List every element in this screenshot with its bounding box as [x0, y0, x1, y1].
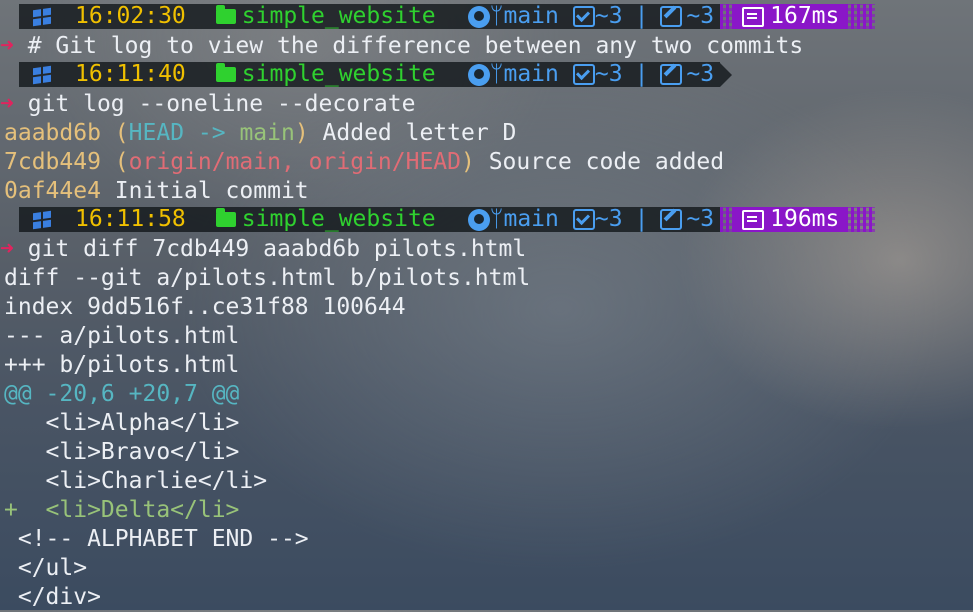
duration-segment: 196ms — [734, 206, 846, 232]
staged-icon — [572, 4, 595, 29]
command-text: # Git log to view the difference between… — [27, 33, 804, 59]
ref-origin-main: origin/main, — [128, 149, 309, 175]
ref-main: main — [239, 120, 295, 146]
github-icon — [467, 207, 490, 232]
prompt-bar-3: 16:11:58 simple_website ᛘmain ~3 | ~3 19… — [19, 206, 876, 232]
command-line-3: ➜ git diff 7cdb449 aaabd6b pilots.html — [0, 235, 526, 264]
modified-icon — [660, 62, 683, 87]
staged-icon — [572, 62, 595, 87]
diff-added-prefix: + — [4, 497, 46, 523]
os-segment: 16:11:58 simple_website ᛘmain ~3 | ~3 — [19, 206, 721, 232]
diff-context-line: <li>Alpha</li> — [4, 410, 240, 436]
duration-segment: 167ms — [734, 3, 846, 29]
os-segment: 16:02:30 simple_website ᛘmain ~3 | ~3 — [19, 3, 721, 29]
prompt-bar-1: 16:02:30 simple_website ᛘmain ~3 | ~3 16… — [19, 3, 876, 29]
modified-count: ~3 — [686, 3, 715, 29]
prompt-bar-2: 16:11:40 simple_website ᛘmain ~3 | ~3 — [19, 61, 733, 87]
staged-count: ~3 — [594, 61, 623, 87]
prompt-time: 16:11:40 — [75, 61, 186, 87]
log-line-2: 7cdb449 (origin/main, origin/HEAD) Sourc… — [4, 148, 724, 177]
staged-count: ~3 — [594, 3, 623, 29]
branch-name: ᛘmain — [489, 206, 559, 232]
repo-name: simple_website — [241, 61, 436, 87]
duration: 196ms — [770, 206, 840, 232]
diff-context-line: <li>Charlie</li> — [4, 468, 268, 494]
diff-context-line: </ul> — [4, 555, 88, 581]
commit-message: Added letter D — [308, 120, 517, 146]
command-line-2: ➜ git log --oneline --decorate — [0, 90, 415, 119]
prompt-time: 16:02:30 — [75, 3, 186, 29]
prompt-arrow: ➜ — [0, 91, 14, 117]
separator: | — [634, 61, 649, 87]
pixel-divider — [720, 4, 735, 29]
command-text: git diff 7cdb449 aaabd6b pilots.html — [27, 236, 527, 262]
pixel-tail — [845, 4, 876, 29]
os-segment: 16:11:40 simple_website ᛘmain ~3 | ~3 — [19, 61, 721, 87]
separator: | — [634, 206, 649, 232]
diff-context-line: </div> — [4, 584, 101, 610]
separator: | — [634, 3, 649, 29]
ref-head: HEAD -> — [128, 120, 240, 146]
diff-context-line: <li>Bravo</li> — [4, 439, 240, 465]
branch-name: ᛘmain — [489, 61, 559, 87]
repo-name: simple_website — [241, 3, 436, 29]
duration: 167ms — [770, 3, 840, 29]
folder-icon — [215, 62, 236, 87]
diff-added-text: <li>Delta</li> — [45, 497, 240, 523]
ref-paren-open: ( — [114, 149, 129, 175]
timer-icon — [742, 209, 765, 230]
ref-paren-open: ( — [114, 120, 129, 146]
log-line-3: 0af44e4 Initial commit — [4, 177, 309, 206]
folder-icon — [215, 4, 236, 29]
command-line-1: ➜ # Git log to view the difference betwe… — [0, 32, 803, 61]
diff-new-file: +++ b/pilots.html — [4, 352, 240, 378]
modified-icon — [660, 207, 683, 232]
modified-count: ~3 — [686, 61, 715, 87]
diff-index: index 9dd516f..ce31f88 100644 — [4, 294, 406, 320]
commit-hash: 7cdb449 — [4, 149, 101, 175]
log-line-1: aaabd6b (HEAD -> main) Added letter D — [4, 119, 516, 148]
diff-hunk-header: @@ -20,6 +20,7 @@ — [4, 381, 240, 407]
prompt-arrow: ➜ — [0, 33, 14, 59]
modified-icon — [660, 4, 683, 29]
windows-icon — [33, 7, 51, 26]
pixel-divider — [720, 207, 735, 232]
diff-context-line: <!-- ALPHABET END --> — [4, 526, 309, 552]
folder-icon — [215, 207, 236, 232]
timer-icon — [742, 6, 765, 27]
command-text: git log --oneline --decorate — [27, 91, 416, 117]
commit-hash: 0af44e4 — [4, 178, 101, 204]
branch-name: ᛘmain — [489, 3, 559, 29]
prompt-arrow: ➜ — [0, 236, 14, 262]
ref-paren-close: ) — [294, 120, 309, 146]
windows-icon — [33, 210, 51, 229]
diff-old-file: --- a/pilots.html — [4, 323, 240, 349]
commit-message: Source code added — [474, 149, 725, 175]
github-icon — [467, 62, 490, 87]
github-icon — [467, 4, 490, 29]
prompt-endcap — [720, 62, 733, 87]
commit-hash: aaabd6b — [4, 120, 101, 146]
ref-origin-head: origin/HEAD — [308, 149, 461, 175]
ref-paren-close: ) — [461, 149, 475, 175]
repo-name: simple_website — [241, 206, 436, 232]
pixel-tail — [845, 207, 876, 232]
prompt-time: 16:11:58 — [75, 206, 186, 232]
diff-header: diff --git a/pilots.html b/pilots.html — [4, 265, 531, 291]
staged-count: ~3 — [594, 206, 623, 232]
commit-message: Initial commit — [100, 178, 309, 204]
modified-count: ~3 — [686, 206, 715, 232]
windows-icon — [33, 65, 51, 84]
diff-added-line: + <li>Delta</li> — [4, 496, 239, 525]
staged-icon — [572, 207, 595, 232]
